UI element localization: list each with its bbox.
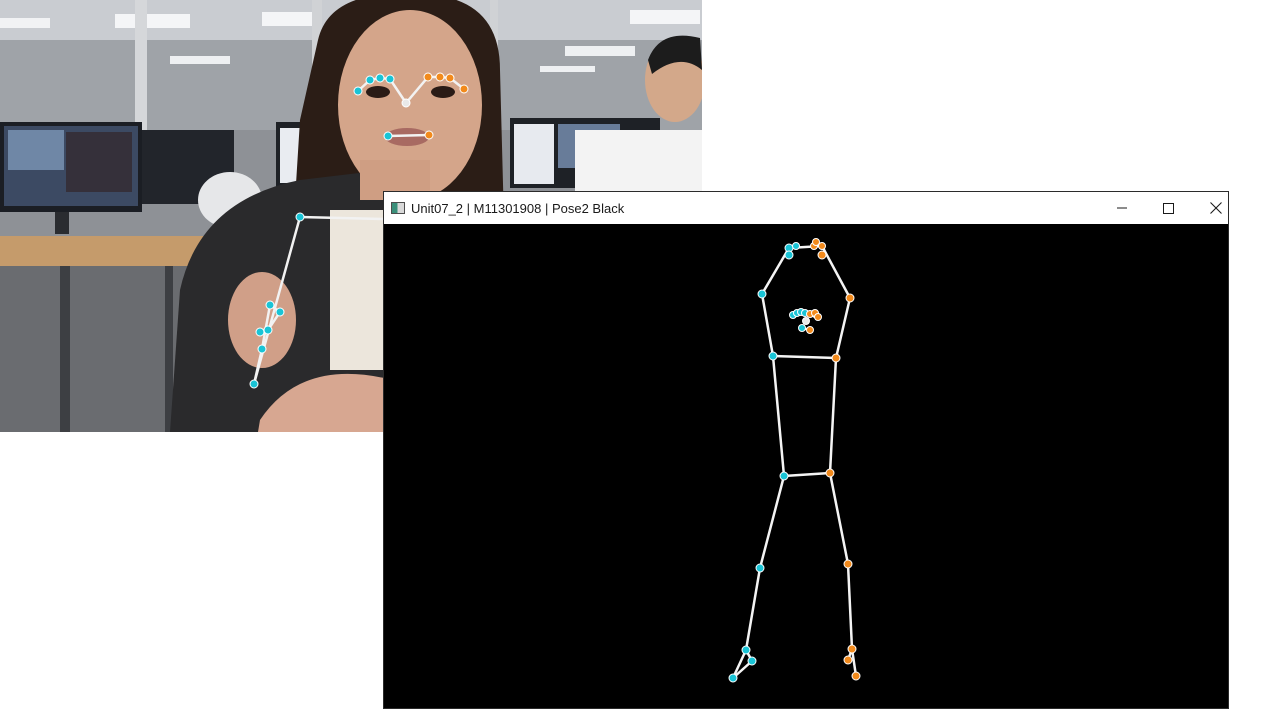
skeleton-keypoints [728, 238, 861, 683]
pose-window[interactable]: Unit07_2 | M11301908 | Pose2 Black [384, 192, 1228, 708]
pose-skeleton-canvas [384, 224, 1228, 708]
maximize-icon [1162, 202, 1174, 214]
pose-skeleton [728, 238, 861, 683]
minimize-icon [1117, 207, 1127, 209]
minimize-button[interactable] [1099, 192, 1145, 224]
app-icon [391, 202, 405, 214]
maximize-button[interactable] [1145, 192, 1191, 224]
title-bar[interactable]: Unit07_2 | M11301908 | Pose2 Black [384, 192, 1228, 224]
close-button[interactable] [1193, 192, 1239, 224]
window-title: Unit07_2 | M11301908 | Pose2 Black [411, 200, 625, 216]
close-icon [1210, 202, 1222, 214]
desktop: Unit07_2 | M11301908 | Pose2 Black [0, 0, 1280, 720]
